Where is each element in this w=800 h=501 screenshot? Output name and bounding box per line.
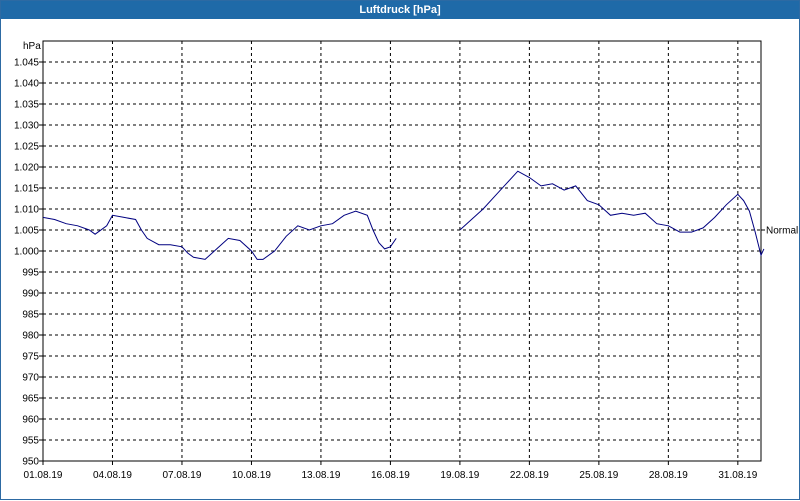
x-tick-label: 16.08.19 bbox=[371, 470, 410, 481]
x-tick-label: 22.08.19 bbox=[510, 470, 549, 481]
x-tick-label: 31.08.19 bbox=[718, 470, 757, 481]
y-tick-label: 965 bbox=[22, 394, 39, 405]
pressure-chart: hPa 950 955 960 965 970 975 980 985 990 995 1.000 1… bbox=[14, 40, 798, 481]
x-axis-ticks: 01.08.19 04.08.19 07.08.19 10.08.19 13.08.19… bbox=[24, 461, 758, 481]
y-tick-label: 1.045 bbox=[14, 58, 39, 69]
y-tick-label: 1.030 bbox=[14, 121, 39, 132]
x-tick-label: 07.08.19 bbox=[162, 470, 201, 481]
y-tick-label: 1.025 bbox=[14, 142, 39, 153]
x-tick-label: 25.08.19 bbox=[579, 470, 618, 481]
plot-area bbox=[42, 40, 762, 462]
y-axis-ticks: 950 955 960 965 970 975 980 985 990 995 1.000 1.005… bbox=[14, 58, 43, 468]
y-tick-label: 1.000 bbox=[14, 247, 39, 258]
x-tick-label: 13.08.19 bbox=[301, 470, 340, 481]
y-tick-label: 970 bbox=[22, 373, 39, 384]
y-tick-label: 1.035 bbox=[14, 100, 39, 111]
y-tick-label: 1.015 bbox=[14, 184, 39, 195]
normal-label: Normal bbox=[766, 226, 798, 237]
x-tick-label: 10.08.19 bbox=[232, 470, 271, 481]
y-axis-label: hPa bbox=[23, 41, 41, 52]
reference-lines: Normal bbox=[761, 226, 798, 237]
y-tick-label: 955 bbox=[22, 436, 39, 447]
y-tick-label: 990 bbox=[22, 289, 39, 300]
y-tick-label: 960 bbox=[22, 415, 39, 426]
y-tick-label: 1.040 bbox=[14, 79, 39, 90]
y-tick-label: 950 bbox=[22, 457, 39, 468]
x-tick-label: 04.08.19 bbox=[93, 470, 132, 481]
y-tick-label: 1.005 bbox=[14, 226, 39, 237]
y-tick-label: 985 bbox=[22, 310, 39, 321]
y-tick-label: 1.020 bbox=[14, 163, 39, 174]
y-tick-label: 975 bbox=[22, 352, 39, 363]
x-tick-label: 01.08.19 bbox=[24, 470, 63, 481]
chart-window: Luftdruck [hPa] hPa 950 955 960 965 970 975 98… bbox=[0, 0, 800, 500]
y-tick-label: 995 bbox=[22, 268, 39, 279]
x-tick-label: 28.08.19 bbox=[649, 470, 688, 481]
y-tick-label: 1.010 bbox=[14, 205, 39, 216]
x-tick-label: 19.08.19 bbox=[440, 470, 479, 481]
y-tick-label: 980 bbox=[22, 331, 39, 342]
